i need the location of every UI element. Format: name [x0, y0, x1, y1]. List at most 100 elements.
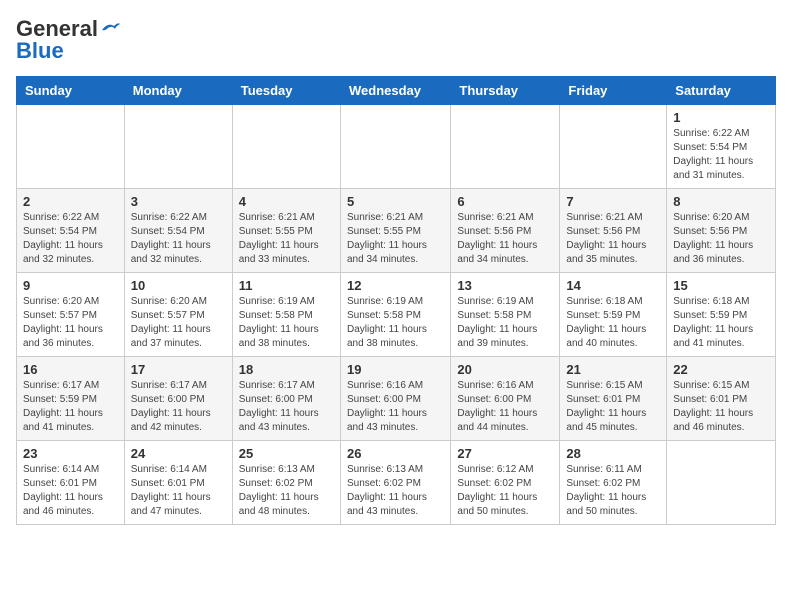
calendar-cell: 9 Sunrise: 6:20 AM Sunset: 5:57 PM Daylig…: [17, 273, 125, 357]
calendar-cell: [667, 441, 776, 525]
day-info: Sunrise: 6:19 AM Sunset: 5:58 PM Dayligh…: [239, 295, 334, 351]
calendar-cell: 23 Sunrise: 6:14 AM Sunset: 6:01 PM Dayli…: [17, 441, 125, 525]
day-number: 1: [673, 110, 769, 125]
day-number: 4: [239, 194, 334, 209]
calendar-cell: [17, 105, 125, 189]
day-info: Sunrise: 6:17 AM Sunset: 6:00 PM Dayligh…: [239, 379, 334, 435]
calendar-cell: 4 Sunrise: 6:21 AM Sunset: 5:55 PM Daylig…: [232, 189, 340, 273]
day-info: Sunrise: 6:20 AM Sunset: 5:57 PM Dayligh…: [23, 295, 118, 351]
day-info: Sunrise: 6:14 AM Sunset: 6:01 PM Dayligh…: [23, 463, 118, 519]
logo: General Blue: [16, 16, 122, 64]
calendar-cell: 25 Sunrise: 6:13 AM Sunset: 6:02 PM Dayli…: [232, 441, 340, 525]
calendar-cell: 19Sunrise: 6:16 AM Sunset: 6:00 PM Dayli…: [340, 357, 450, 441]
day-info: Sunrise: 6:22 AM Sunset: 5:54 PM Dayligh…: [673, 127, 769, 183]
logo-bird-icon: [100, 20, 122, 38]
day-info: Sunrise: 6:20 AM Sunset: 5:57 PM Dayligh…: [131, 295, 226, 351]
calendar-cell: 5 Sunrise: 6:21 AM Sunset: 5:55 PM Daylig…: [340, 189, 450, 273]
calendar-week-row: 23 Sunrise: 6:14 AM Sunset: 6:01 PM Dayli…: [17, 441, 776, 525]
day-number: 15: [673, 278, 769, 293]
col-header-friday: Friday: [560, 77, 667, 105]
day-info: Sunrise: 6:21 AM Sunset: 5:56 PM Dayligh…: [566, 211, 660, 267]
day-number: 2: [23, 194, 118, 209]
day-number: 6: [457, 194, 553, 209]
col-header-sunday: Sunday: [17, 77, 125, 105]
col-header-thursday: Thursday: [451, 77, 560, 105]
col-header-tuesday: Tuesday: [232, 77, 340, 105]
day-number: 5: [347, 194, 444, 209]
page-header: General Blue: [16, 16, 776, 64]
col-header-wednesday: Wednesday: [340, 77, 450, 105]
day-info: Sunrise: 6:18 AM Sunset: 5:59 PM Dayligh…: [566, 295, 660, 351]
calendar-cell: 22Sunrise: 6:15 AM Sunset: 6:01 PM Dayli…: [667, 357, 776, 441]
day-number: 24: [131, 446, 226, 461]
calendar-cell: 26 Sunrise: 6:13 AM Sunset: 6:02 PM Dayli…: [340, 441, 450, 525]
day-info: Sunrise: 6:21 AM Sunset: 5:55 PM Dayligh…: [347, 211, 444, 267]
col-header-monday: Monday: [124, 77, 232, 105]
day-info: Sunrise: 6:19 AM Sunset: 5:58 PM Dayligh…: [347, 295, 444, 351]
day-info: Sunrise: 6:17 AM Sunset: 5:59 PM Dayligh…: [23, 379, 118, 435]
day-info: Sunrise: 6:21 AM Sunset: 5:55 PM Dayligh…: [239, 211, 334, 267]
calendar-table: SundayMondayTuesdayWednesdayThursdayFrid…: [16, 76, 776, 525]
calendar-cell: 14 Sunrise: 6:18 AM Sunset: 5:59 PM Dayli…: [560, 273, 667, 357]
calendar-cell: [340, 105, 450, 189]
calendar-cell: 8 Sunrise: 6:20 AM Sunset: 5:56 PM Daylig…: [667, 189, 776, 273]
day-number: 11: [239, 278, 334, 293]
calendar-cell: 3 Sunrise: 6:22 AM Sunset: 5:54 PM Daylig…: [124, 189, 232, 273]
calendar-cell: [560, 105, 667, 189]
day-info: Sunrise: 6:21 AM Sunset: 5:56 PM Dayligh…: [457, 211, 553, 267]
calendar-cell: 13Sunrise: 6:19 AM Sunset: 5:58 PM Dayli…: [451, 273, 560, 357]
calendar-cell: 21 Sunrise: 6:15 AM Sunset: 6:01 PM Dayli…: [560, 357, 667, 441]
day-info: Sunrise: 6:15 AM Sunset: 6:01 PM Dayligh…: [566, 379, 660, 435]
day-number: 3: [131, 194, 226, 209]
day-info: Sunrise: 6:22 AM Sunset: 5:54 PM Dayligh…: [23, 211, 118, 267]
day-info: Sunrise: 6:20 AM Sunset: 5:56 PM Dayligh…: [673, 211, 769, 267]
logo-blue: Blue: [16, 38, 64, 64]
day-number: 18: [239, 362, 334, 377]
calendar-cell: 15 Sunrise: 6:18 AM Sunset: 5:59 PM Dayli…: [667, 273, 776, 357]
day-number: 8: [673, 194, 769, 209]
day-number: 22: [673, 362, 769, 377]
day-number: 20: [457, 362, 553, 377]
day-number: 7: [566, 194, 660, 209]
calendar-cell: 20 Sunrise: 6:16 AM Sunset: 6:00 PM Dayli…: [451, 357, 560, 441]
calendar-week-row: 16Sunrise: 6:17 AM Sunset: 5:59 PM Dayli…: [17, 357, 776, 441]
calendar-cell: 2 Sunrise: 6:22 AM Sunset: 5:54 PM Daylig…: [17, 189, 125, 273]
col-header-saturday: Saturday: [667, 77, 776, 105]
day-info: Sunrise: 6:18 AM Sunset: 5:59 PM Dayligh…: [673, 295, 769, 351]
calendar-header-row: SundayMondayTuesdayWednesdayThursdayFrid…: [17, 77, 776, 105]
calendar-cell: 10 Sunrise: 6:20 AM Sunset: 5:57 PM Dayli…: [124, 273, 232, 357]
calendar-cell: 18 Sunrise: 6:17 AM Sunset: 6:00 PM Dayli…: [232, 357, 340, 441]
day-info: Sunrise: 6:14 AM Sunset: 6:01 PM Dayligh…: [131, 463, 226, 519]
day-number: 21: [566, 362, 660, 377]
calendar-week-row: 9 Sunrise: 6:20 AM Sunset: 5:57 PM Daylig…: [17, 273, 776, 357]
day-info: Sunrise: 6:13 AM Sunset: 6:02 PM Dayligh…: [347, 463, 444, 519]
calendar-cell: [124, 105, 232, 189]
calendar-week-row: 2 Sunrise: 6:22 AM Sunset: 5:54 PM Daylig…: [17, 189, 776, 273]
day-number: 26: [347, 446, 444, 461]
day-info: Sunrise: 6:13 AM Sunset: 6:02 PM Dayligh…: [239, 463, 334, 519]
day-number: 10: [131, 278, 226, 293]
day-info: Sunrise: 6:11 AM Sunset: 6:02 PM Dayligh…: [566, 463, 660, 519]
calendar-cell: 11 Sunrise: 6:19 AM Sunset: 5:58 PM Dayli…: [232, 273, 340, 357]
calendar-cell: 12 Sunrise: 6:19 AM Sunset: 5:58 PM Dayli…: [340, 273, 450, 357]
calendar-cell: 1 Sunrise: 6:22 AM Sunset: 5:54 PM Daylig…: [667, 105, 776, 189]
calendar-cell: 16Sunrise: 6:17 AM Sunset: 5:59 PM Dayli…: [17, 357, 125, 441]
day-number: 13: [457, 278, 553, 293]
calendar-week-row: 1 Sunrise: 6:22 AM Sunset: 5:54 PM Daylig…: [17, 105, 776, 189]
day-number: 17: [131, 362, 226, 377]
day-number: 27: [457, 446, 553, 461]
day-number: 28: [566, 446, 660, 461]
day-number: 14: [566, 278, 660, 293]
calendar-cell: 6 Sunrise: 6:21 AM Sunset: 5:56 PM Daylig…: [451, 189, 560, 273]
day-number: 23: [23, 446, 118, 461]
day-info: Sunrise: 6:16 AM Sunset: 6:00 PM Dayligh…: [347, 379, 444, 435]
day-info: Sunrise: 6:22 AM Sunset: 5:54 PM Dayligh…: [131, 211, 226, 267]
day-info: Sunrise: 6:16 AM Sunset: 6:00 PM Dayligh…: [457, 379, 553, 435]
day-number: 25: [239, 446, 334, 461]
calendar-cell: 27Sunrise: 6:12 AM Sunset: 6:02 PM Dayli…: [451, 441, 560, 525]
day-number: 9: [23, 278, 118, 293]
calendar-cell: 17 Sunrise: 6:17 AM Sunset: 6:00 PM Dayli…: [124, 357, 232, 441]
calendar-cell: [451, 105, 560, 189]
day-info: Sunrise: 6:17 AM Sunset: 6:00 PM Dayligh…: [131, 379, 226, 435]
day-number: 12: [347, 278, 444, 293]
